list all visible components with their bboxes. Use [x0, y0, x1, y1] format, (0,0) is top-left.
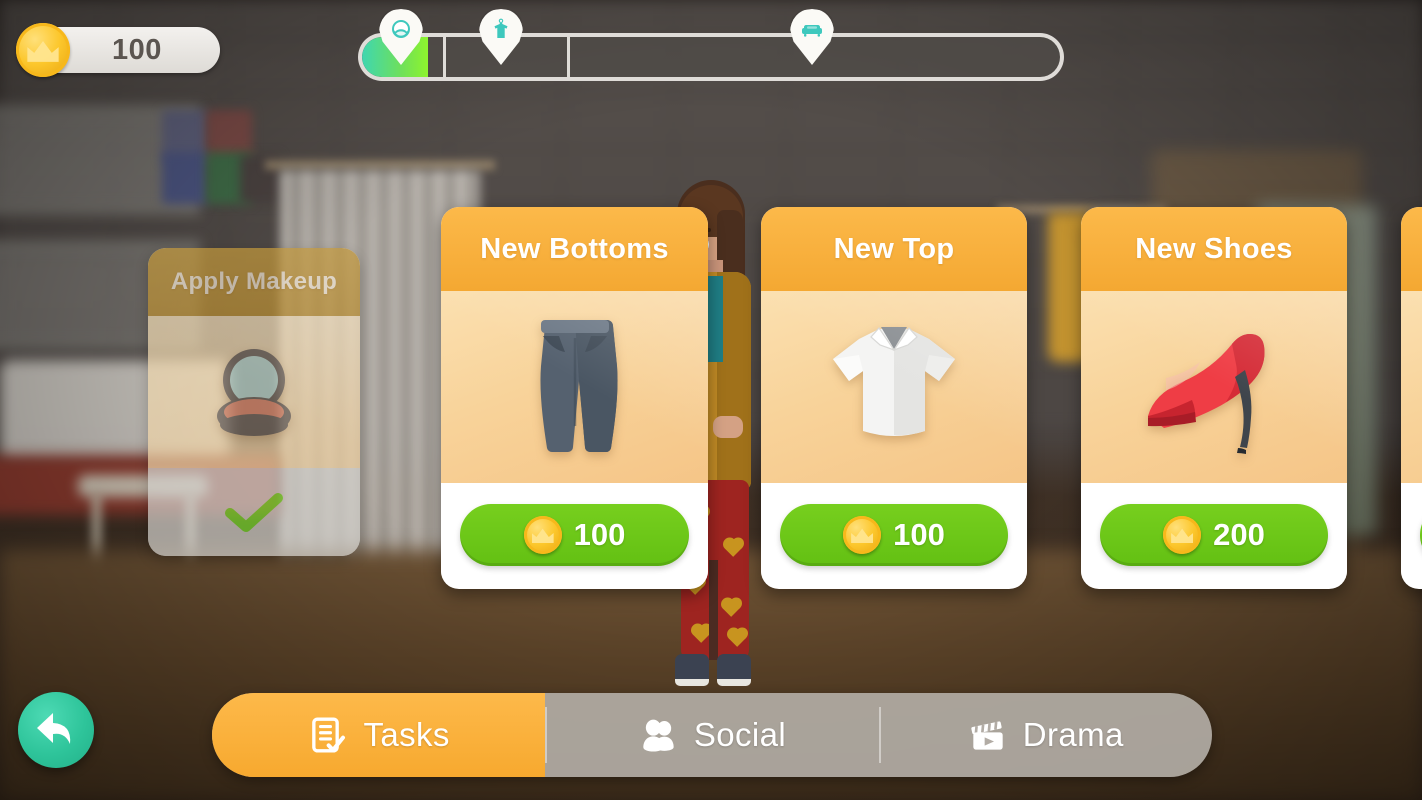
- price-value: 100: [893, 517, 945, 552]
- buy-button-new-top[interactable]: 100: [779, 504, 1009, 566]
- card-footer: [148, 468, 360, 556]
- card-artwork-area: [148, 316, 360, 468]
- coin-crown-icon: [843, 516, 882, 554]
- tab-label: Drama: [1022, 716, 1124, 753]
- game-screen: 100 Apply Makeup New Bottoms 100 New Top…: [0, 0, 1422, 800]
- tab-label: Social: [693, 716, 787, 753]
- card-header: Apply Makeup: [148, 248, 360, 316]
- card-artwork-area: [441, 291, 708, 483]
- tab-label: Tasks: [363, 716, 450, 753]
- card-artwork-area: [761, 291, 1027, 483]
- face-makeup-icon: [389, 17, 413, 41]
- card-title: New Shoes: [1135, 232, 1293, 265]
- back-button[interactable]: [18, 692, 94, 768]
- coin-crown-icon: [16, 23, 70, 77]
- progress-divider: [442, 37, 446, 77]
- card-header: New Shoes: [1081, 207, 1347, 291]
- jeans-icon: [539, 320, 618, 453]
- high-heel-icon: [1148, 334, 1265, 454]
- crown-glyph: [851, 528, 874, 544]
- avatar-shoe-right: [717, 654, 751, 686]
- tab-social[interactable]: Social: [545, 693, 878, 777]
- card-title: New Top: [833, 232, 955, 265]
- currency-counter[interactable]: 100: [16, 23, 220, 77]
- task-card-new-top[interactable]: New Top 100: [761, 207, 1027, 589]
- coin-crown-icon: [523, 516, 562, 554]
- shirt-hanger-icon: [489, 17, 513, 41]
- card-header: [1401, 207, 1422, 291]
- task-card-next-partial[interactable]: [1401, 207, 1422, 589]
- card-title: New Bottoms: [480, 232, 669, 265]
- people-icon: [638, 714, 680, 756]
- chapter-progress-bar[interactable]: [358, 9, 1064, 81]
- shirt-icon: [833, 326, 955, 436]
- checklist-icon: [307, 714, 349, 756]
- sofa-icon: [800, 17, 824, 41]
- progress-track: [358, 33, 1064, 81]
- green-check-icon: [225, 493, 283, 532]
- price-value: 200: [1213, 517, 1265, 552]
- buy-button-new-shoes[interactable]: 200: [1099, 504, 1329, 566]
- avatar-pants-gap: [709, 560, 718, 660]
- crown-glyph: [27, 40, 59, 62]
- clapperboard-icon: [967, 714, 1009, 756]
- card-footer: 100: [441, 483, 708, 587]
- card-artwork-area: [1081, 291, 1347, 483]
- progress-divider: [566, 37, 570, 77]
- crown-glyph: [531, 528, 554, 544]
- avatar-shoe-left: [675, 654, 709, 686]
- tab-drama[interactable]: Drama: [878, 693, 1212, 777]
- currency-amount: 100: [112, 33, 162, 66]
- card-header: New Top: [761, 207, 1027, 291]
- task-card-new-bottoms[interactable]: New Bottoms 100: [441, 207, 708, 589]
- tab-tasks[interactable]: Tasks: [212, 693, 546, 777]
- card-footer: 100: [761, 483, 1027, 587]
- buy-button-new-bottoms[interactable]: 100: [459, 504, 690, 566]
- avatar-hand: [713, 416, 743, 438]
- back-arrow-icon: [37, 713, 71, 744]
- card-footer: 200: [1081, 483, 1347, 587]
- card-header: New Bottoms: [441, 207, 708, 291]
- card-artwork-area: [1401, 291, 1422, 483]
- price-value: 100: [573, 517, 626, 552]
- card-footer: [1401, 483, 1422, 587]
- card-title: Apply Makeup: [170, 268, 338, 295]
- coin-crown-icon: [1163, 516, 1202, 554]
- crown-glyph: [1171, 528, 1194, 544]
- bottom-tab-bar: Tasks Social Drama: [212, 693, 1212, 777]
- task-card-apply-makeup[interactable]: Apply Makeup: [148, 248, 360, 556]
- makeup-compact-icon: [217, 349, 291, 436]
- task-card-new-shoes[interactable]: New Shoes 200: [1081, 207, 1347, 589]
